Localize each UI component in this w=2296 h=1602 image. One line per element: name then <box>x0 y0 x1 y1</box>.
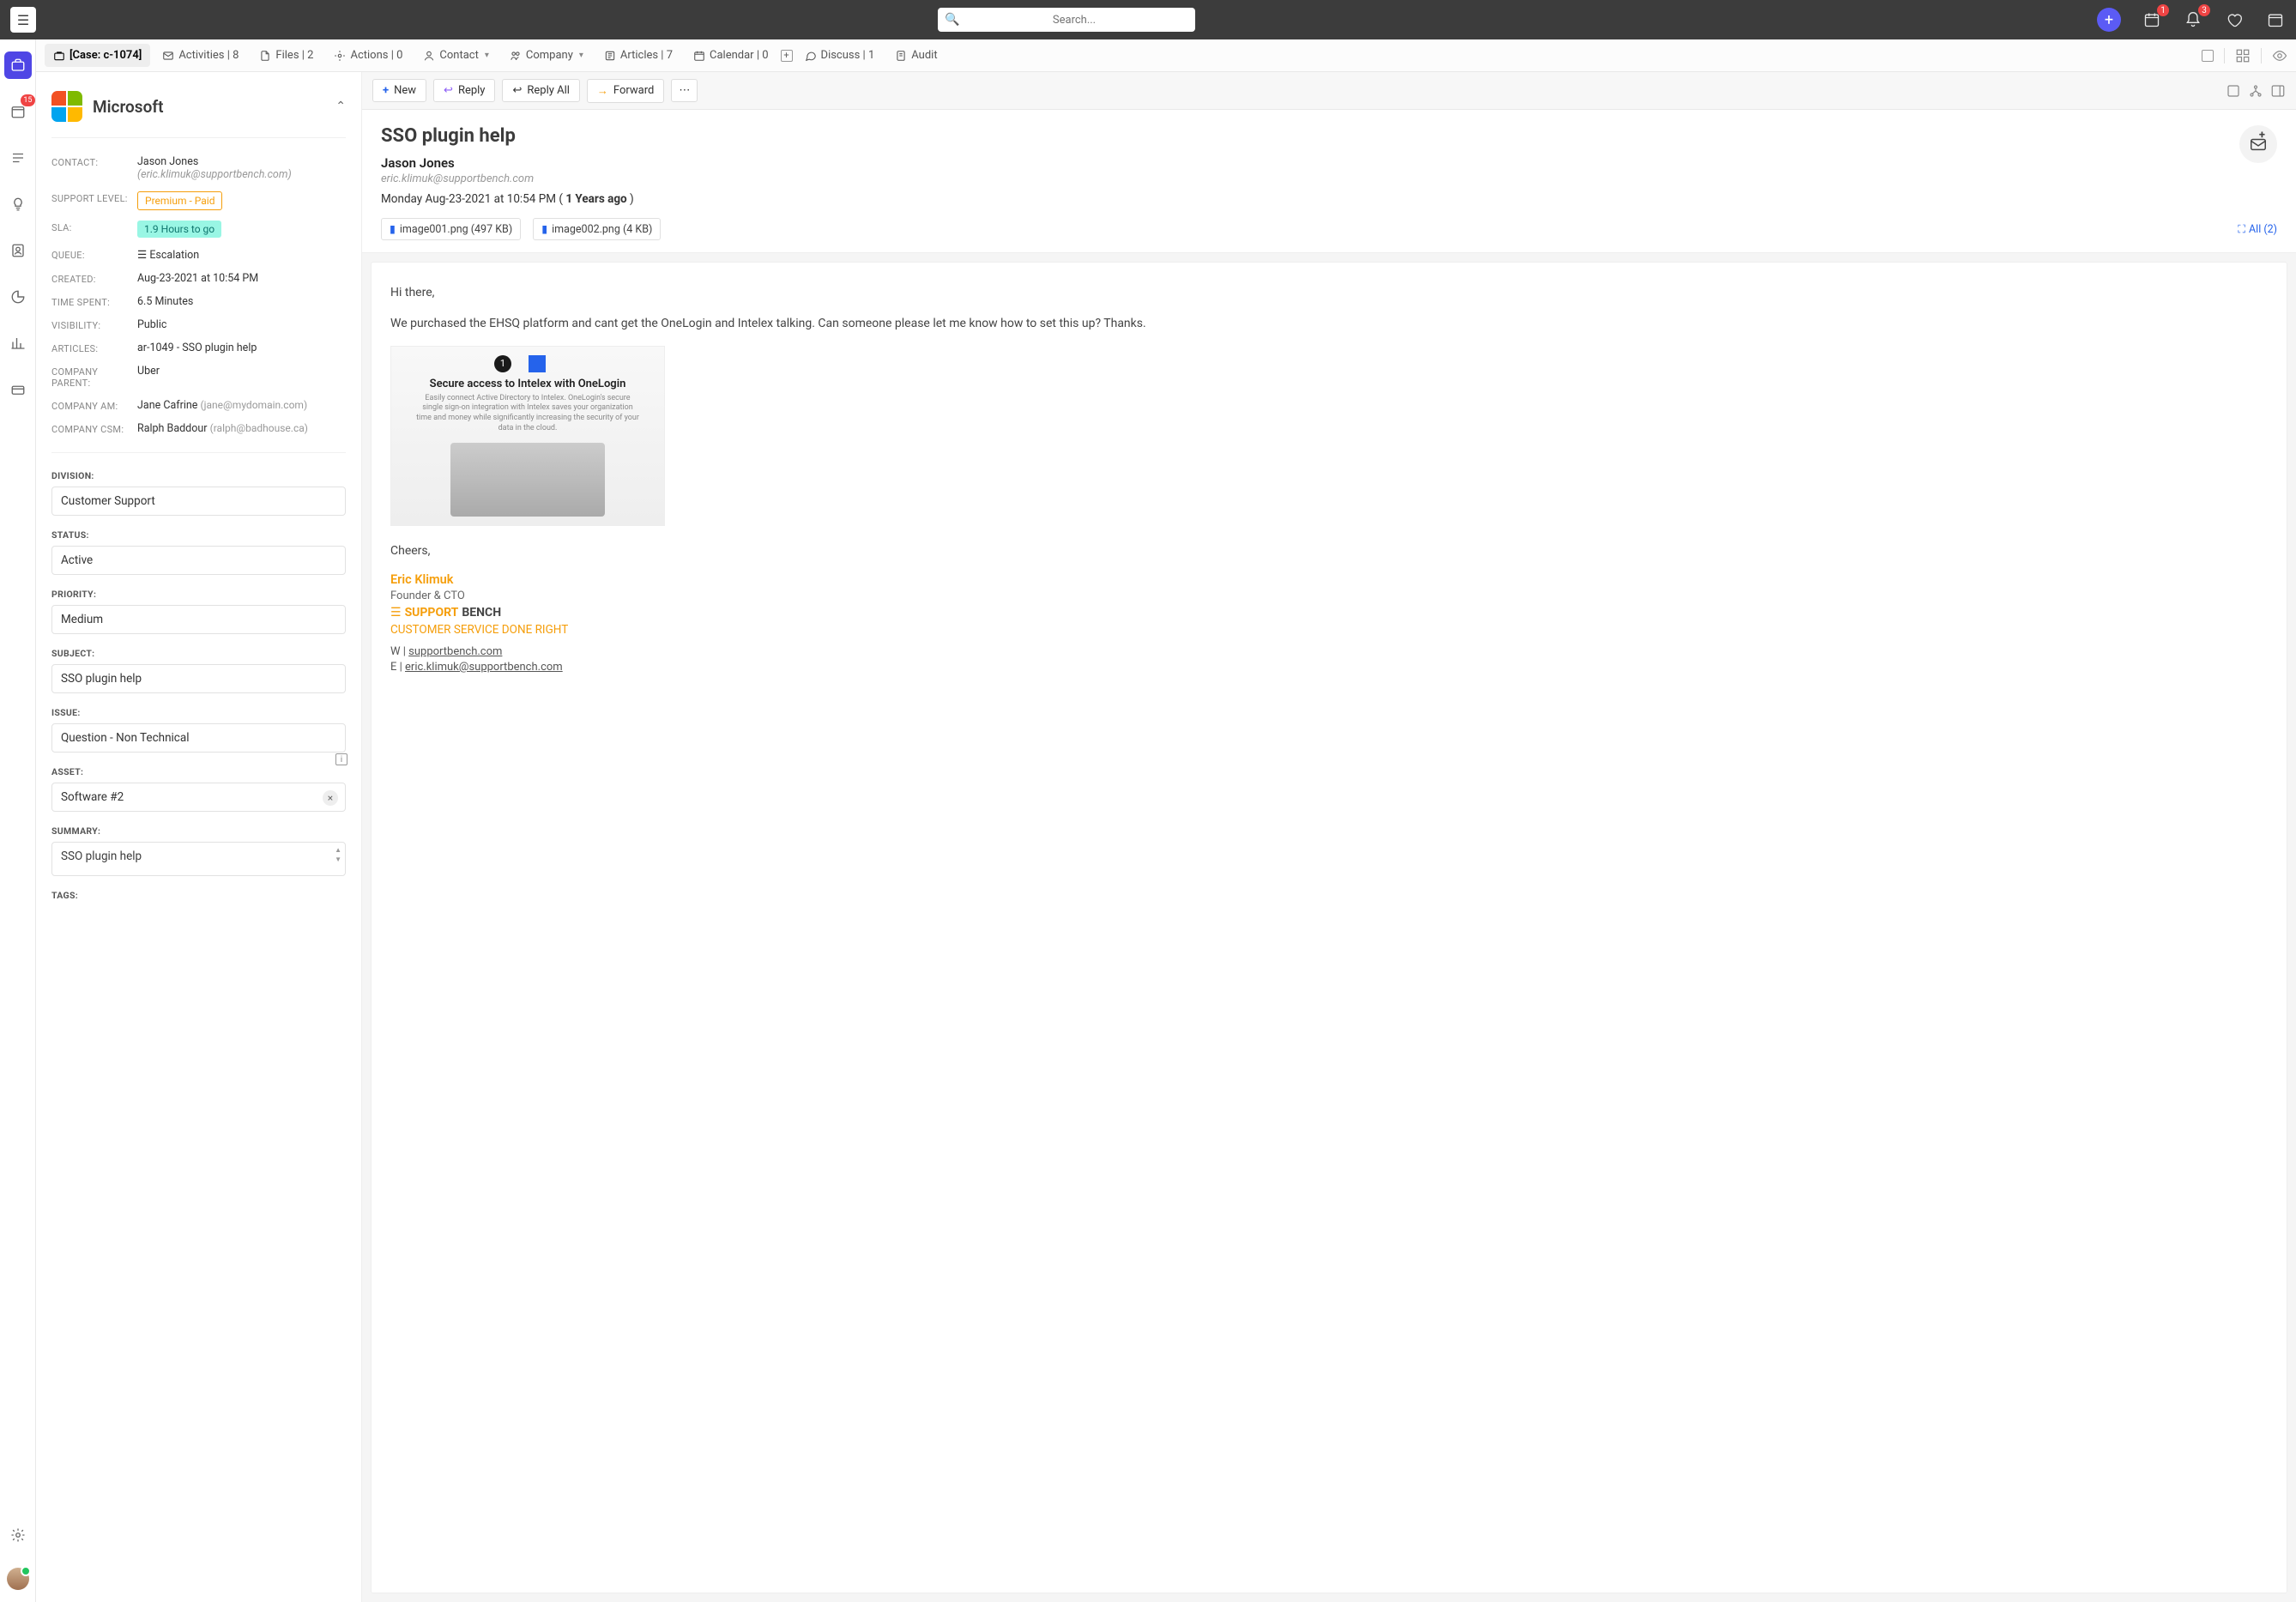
signature-title: Founder & CTO <box>390 589 2268 602</box>
inline-image: 1 Secure access to Intelex with OneLogin… <box>390 346 665 526</box>
tab-row: [Case: c-1074] Activities | 8 Files | 2 … <box>36 39 2296 72</box>
window-icon[interactable] <box>2202 50 2214 62</box>
status-select[interactable]: Active <box>51 546 346 575</box>
tab-files[interactable]: Files | 2 <box>251 44 322 67</box>
rail-workspace-icon[interactable] <box>4 376 32 403</box>
file-icon: ▮ <box>390 222 396 236</box>
chevron-down-icon: ▾ <box>485 51 489 60</box>
collapse-chevron-icon[interactable]: ⌃ <box>335 100 346 113</box>
message-header: SSO plugin help Jason Jones eric.klimuk@… <box>362 110 2296 253</box>
chevron-down-icon: ▾ <box>579 51 583 60</box>
all-attachments-link[interactable]: ⛶All (2) <box>2238 223 2277 236</box>
priority-select[interactable]: Medium <box>51 605 346 634</box>
rail-inbox-badge: 15 <box>21 94 34 106</box>
message-body: Hi there, We purchased the EHSQ platform… <box>371 262 2287 1593</box>
bell-icon[interactable]: 3 <box>2183 9 2203 30</box>
message-toolbar: +New ↩Reply ↩Reply All →Forward ⋯ <box>362 72 2296 110</box>
expand-icon[interactable] <box>2226 83 2241 99</box>
rail-contact-icon[interactable] <box>4 237 32 264</box>
tab-company[interactable]: Company▾ <box>501 44 592 67</box>
calendar-icon[interactable]: 1 <box>2142 9 2162 30</box>
app-logo[interactable]: ☰ <box>10 7 36 33</box>
rail-settings-icon[interactable] <box>4 1521 32 1549</box>
spin-up-icon[interactable]: ▲ <box>335 846 341 854</box>
tab-contact[interactable]: Contact▾ <box>414 44 497 67</box>
tab-discuss[interactable]: Discuss | 1 <box>796 44 884 67</box>
panel-icon[interactable] <box>2270 83 2286 99</box>
email-link[interactable]: eric.klimuk@supportbench.com <box>405 661 563 674</box>
global-search[interactable]: 🔍 <box>938 8 1195 32</box>
supportbench-logo: ☰SUPPORTBENCH <box>390 606 2268 620</box>
rail-lightbulb-icon[interactable] <box>4 190 32 218</box>
search-icon: 🔍 <box>945 13 959 27</box>
microsoft-logo-icon <box>51 91 82 122</box>
reply-envelope-button[interactable]: + <box>2239 125 2277 163</box>
network-icon[interactable] <box>2248 83 2263 99</box>
clear-asset-button[interactable]: × <box>323 790 338 806</box>
eye-icon[interactable] <box>2272 48 2287 63</box>
tab-case[interactable]: [Case: c-1074] <box>45 44 150 67</box>
rail-chart-icon[interactable] <box>4 329 32 357</box>
reply-button[interactable]: ↩Reply <box>433 79 495 102</box>
tab-activities[interactable]: Activities | 8 <box>154 44 247 67</box>
tab-actions[interactable]: Actions | 0 <box>325 44 411 67</box>
message-date: Monday Aug-23-2021 at 10:54 PM ( 1 Years… <box>381 192 2277 206</box>
qr-icon[interactable] <box>2235 48 2251 63</box>
company-title: Microsoft <box>93 97 325 117</box>
archive-icon[interactable] <box>2265 9 2286 30</box>
tab-articles[interactable]: Articles | 7 <box>595 44 681 67</box>
division-select[interactable]: Customer Support <box>51 487 346 516</box>
expand-icon: ⛶ <box>2238 223 2245 236</box>
info-icon[interactable]: i <box>335 753 347 765</box>
add-button[interactable]: + <box>2097 8 2121 32</box>
attachment-1[interactable]: ▮image001.png (497 KB) <box>381 218 521 240</box>
details-panel: Microsoft ⌃ CONTACT:Jason Jones (eric.kl… <box>36 72 362 1602</box>
tab-audit[interactable]: Audit <box>886 44 946 67</box>
message-area: +New ↩Reply ↩Reply All →Forward ⋯ SSO pl… <box>362 72 2296 1602</box>
from-email: eric.klimuk@supportbench.com <box>381 172 2277 185</box>
summary-input[interactable]: SSO plugin help▲▼ <box>51 842 346 876</box>
spin-down-icon[interactable]: ▼ <box>335 855 341 863</box>
rail-cases-icon[interactable] <box>4 51 32 79</box>
rail-list-icon[interactable] <box>4 144 32 172</box>
tab-calendar[interactable]: Calendar | 0 <box>685 44 777 67</box>
forward-button[interactable]: →Forward <box>587 79 664 103</box>
rail-inbox-icon[interactable]: 15 <box>4 98 32 125</box>
heart-icon[interactable] <box>2224 9 2245 30</box>
reply-all-button[interactable]: ↩Reply All <box>502 79 579 102</box>
left-rail: 15 <box>0 39 36 1602</box>
website-link[interactable]: supportbench.com <box>408 645 502 658</box>
rail-analytics-icon[interactable] <box>4 283 32 311</box>
support-level-pill: Premium - Paid <box>137 191 222 210</box>
more-button[interactable]: ⋯ <box>671 79 698 102</box>
topbar: ☰ 🔍 + 1 3 <box>0 0 2296 39</box>
subject-input[interactable]: SSO plugin help <box>51 664 346 693</box>
asset-select[interactable]: Software #2× <box>51 783 346 812</box>
new-button[interactable]: +New <box>372 79 426 102</box>
attachment-2[interactable]: ▮image002.png (4 KB) <box>533 218 661 240</box>
calendar-badge: 1 <box>2157 4 2169 16</box>
from-name: Jason Jones <box>381 155 2277 171</box>
file-icon: ▮ <box>541 222 547 236</box>
search-input[interactable] <box>938 8 1195 32</box>
calendar-add-button[interactable]: + <box>781 50 793 62</box>
layers-icon: ☰ <box>137 249 149 262</box>
sla-pill: 1.9 Hours to go <box>137 221 221 238</box>
signature-name: Eric Klimuk <box>390 572 2268 587</box>
message-subject: SSO plugin help <box>381 125 2277 147</box>
issue-select[interactable]: Question - Non Technical <box>51 723 346 753</box>
bell-badge: 3 <box>2198 4 2210 16</box>
user-avatar[interactable] <box>7 1568 29 1590</box>
